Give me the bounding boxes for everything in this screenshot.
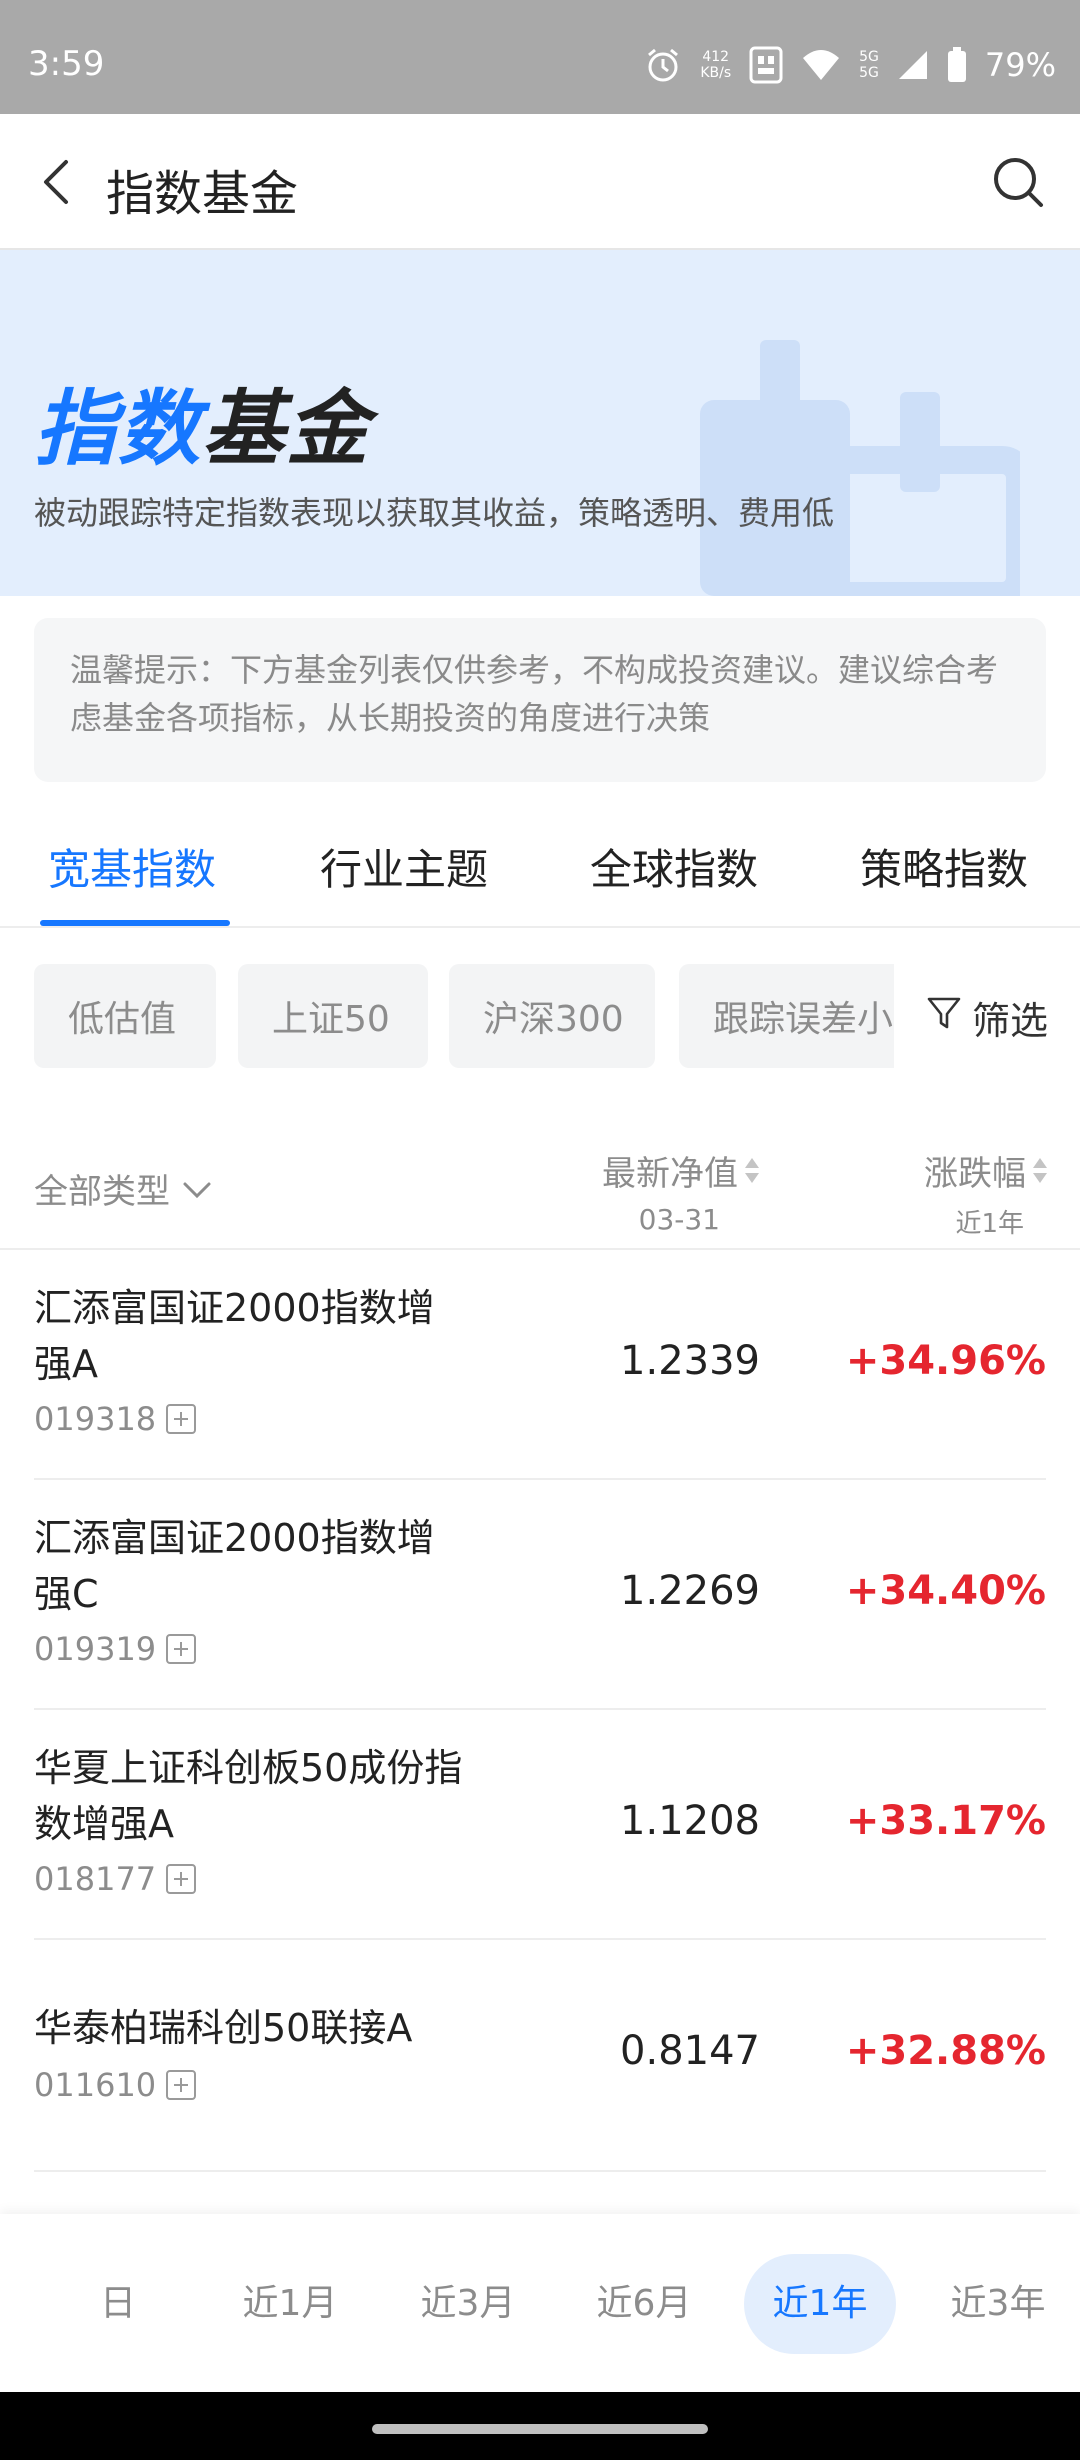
- tab-broad-index[interactable]: 宽基指数: [48, 836, 216, 897]
- notice-box: 温馨提示：下方基金列表仅供参考，不构成投资建议。建议综合考虑基金各项指标，从长期…: [34, 618, 1046, 782]
- status-icons: 412 KB/s 5G 5G 79%: [644, 40, 1056, 90]
- nav-column-header[interactable]: 最新净值 03-31: [602, 1146, 760, 1236]
- fund-nav: 1.2269: [620, 1568, 760, 1614]
- type-select-label: 全部类型: [34, 1172, 170, 1212]
- add-watchlist-icon[interactable]: [166, 1404, 197, 1434]
- search-button[interactable]: [988, 152, 1048, 212]
- back-arrow-icon: [28, 160, 88, 216]
- period-3y[interactable]: 近3年: [920, 2254, 1076, 2354]
- fund-row[interactable]: 华泰柏瑞科创50联接A 011610 0.8147 +32.88%: [34, 1940, 1046, 2172]
- chip-low-tracking-error[interactable]: 跟踪误差小: [679, 964, 894, 1068]
- system-nav-bar: [0, 2392, 1080, 2460]
- fund-nav: 1.2339: [620, 1338, 760, 1384]
- fund-row[interactable]: 汇添富国证2000指数增强A 019318 1.2339 +34.96%: [34, 1250, 1046, 1480]
- filter-chips: 低估值 上证50 沪深300 跟踪误差小: [34, 964, 894, 1068]
- period-6m[interactable]: 近6月: [566, 2254, 722, 2354]
- banner-title: 指数基金: [34, 362, 370, 481]
- fund-code: 019319: [34, 1630, 157, 1668]
- nav-column-label: 最新净值: [602, 1154, 738, 1194]
- title-bar: 指数基金: [0, 114, 1080, 250]
- fund-row[interactable]: 华夏上证科创板50成份指数增强A 018177 1.1208 +33.17%: [34, 1710, 1046, 1940]
- nav-column-date: 03-31: [638, 1203, 720, 1236]
- chip-low-valuation[interactable]: 低估值: [34, 964, 216, 1068]
- period-selector: 日 近1月 近3月 近6月 近1年 近3年: [0, 2214, 1080, 2392]
- period-1y[interactable]: 近1年: [744, 2254, 896, 2354]
- signal-icon: [897, 49, 929, 81]
- banner-title-highlight: 指数: [34, 382, 202, 477]
- fund-name: 汇添富国证2000指数增强A: [34, 1286, 435, 1386]
- network-type: 5G 5G: [859, 49, 879, 81]
- fund-nav: 0.8147: [620, 2028, 760, 2074]
- search-icon: [988, 158, 1048, 216]
- net-speed-unit: KB/s: [700, 65, 732, 81]
- alarm-icon: [644, 46, 682, 84]
- fund-change: +34.40%: [845, 1568, 1046, 1614]
- category-tabs: 宽基指数 行业主题 全球指数 策略指数: [0, 812, 1080, 928]
- chip-sse-50[interactable]: 上证50: [238, 964, 428, 1068]
- change-column-period: 近1年: [955, 1209, 1024, 1239]
- filter-label: 筛选: [971, 999, 1048, 1043]
- list-header: 全部类型 最新净值 03-31 涨跌幅 近1年: [0, 1146, 1080, 1250]
- notice-text: 温馨提示：下方基金列表仅供参考，不构成投资建议。建议综合考虑基金各项指标，从长期…: [70, 651, 999, 737]
- banner-title-rest: 基金: [202, 382, 370, 477]
- filter-button[interactable]: 筛选: [926, 990, 1048, 1045]
- fund-change: +32.88%: [845, 2028, 1046, 2074]
- network-label-bottom: 5G: [859, 65, 879, 81]
- fund-change: +34.96%: [845, 1338, 1046, 1384]
- status-time: 3:59: [28, 44, 105, 84]
- fund-nav: 1.1208: [620, 1798, 760, 1844]
- period-day[interactable]: 日: [40, 2254, 196, 2354]
- fund-name: 汇添富国证2000指数增强C: [34, 1516, 435, 1616]
- wifi-icon: [801, 48, 841, 82]
- sort-icon: [1032, 1157, 1048, 1184]
- chip-csi-300[interactable]: 沪深300: [449, 964, 655, 1068]
- add-watchlist-icon[interactable]: [166, 1634, 197, 1664]
- battery-level: 79%: [984, 46, 1056, 84]
- tab-strategy-index[interactable]: 策略指数: [860, 836, 1028, 897]
- network-label-top: 5G: [859, 49, 879, 65]
- add-watchlist-icon[interactable]: [166, 2070, 197, 2100]
- type-select[interactable]: 全部类型: [34, 1164, 212, 1213]
- page-title: 指数基金: [106, 166, 299, 222]
- add-watchlist-icon[interactable]: [166, 1864, 197, 1894]
- battery-icon: [947, 47, 967, 83]
- tab-global-index[interactable]: 全球指数: [590, 836, 758, 897]
- fund-code: 019318: [34, 1400, 157, 1438]
- fund-name: 华夏上证科创板50成份指数增强A: [34, 1746, 463, 1846]
- funnel-icon: [926, 995, 962, 1040]
- period-3m[interactable]: 近3月: [390, 2254, 546, 2354]
- home-gesture-handle[interactable]: [372, 2424, 708, 2434]
- fund-name: 华泰柏瑞科创50联接A: [34, 2006, 413, 2050]
- index-chart-decoration-icon: [700, 340, 1034, 596]
- tab-industry-theme[interactable]: 行业主题: [320, 836, 488, 897]
- chevron-down-icon: [182, 1169, 212, 1209]
- sort-icon: [744, 1157, 760, 1184]
- banner: 指数基金 被动跟踪特定指数表现以获取其收益，策略透明、费用低: [0, 250, 1080, 596]
- period-1m[interactable]: 近1月: [212, 2254, 368, 2354]
- change-column-label: 涨跌幅: [924, 1154, 1026, 1194]
- back-button[interactable]: [28, 152, 88, 212]
- net-speed: 412 KB/s: [700, 49, 731, 81]
- fund-change: +33.17%: [845, 1798, 1046, 1844]
- fund-code: 011610: [34, 2066, 157, 2104]
- status-bar: 3:59 412 KB/s 5G 5G 79%: [0, 0, 1080, 114]
- fund-code: 018177: [34, 1860, 157, 1898]
- active-tab-indicator: [40, 920, 230, 926]
- banner-subtitle: 被动跟踪特定指数表现以获取其收益，策略透明、费用低: [34, 494, 835, 532]
- fund-row[interactable]: 汇添富国证2000指数增强C 019319 1.2269 +34.40%: [34, 1480, 1046, 1710]
- sim-icon: [749, 46, 783, 84]
- change-column-header[interactable]: 涨跌幅 近1年: [924, 1146, 1048, 1240]
- net-speed-value: 412: [702, 49, 730, 65]
